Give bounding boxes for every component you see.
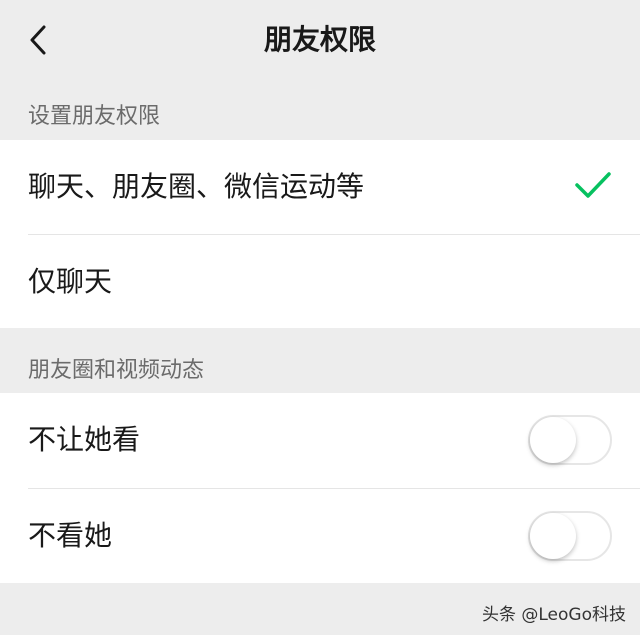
permission-options-group: 聊天、朋友圈、微信运动等 仅聊天 <box>0 140 640 328</box>
hide-her-moments-toggle[interactable] <box>528 511 612 561</box>
moments-toggles-group: 不让她看 不看她 <box>0 393 640 583</box>
option-label: 仅聊天 <box>28 265 113 298</box>
section-header-friend-permissions: 设置朋友权限 <box>28 104 161 129</box>
hide-my-moments-toggle[interactable] <box>528 415 612 465</box>
section-header-moments: 朋友圈和视频动态 <box>28 358 205 383</box>
row-hide-her-moments: 不看她 <box>0 489 640 583</box>
navigation-bar: 朋友权限 <box>0 0 640 82</box>
option-label: 聊天、朋友圈、微信运动等 <box>28 170 365 203</box>
option-chat-only[interactable]: 仅聊天 <box>0 235 640 329</box>
option-chat-moments-werun[interactable]: 聊天、朋友圈、微信运动等 <box>0 140 640 234</box>
page-title: 朋友权限 <box>263 23 376 56</box>
toggle-knob <box>530 417 576 463</box>
checkmark-icon <box>575 172 611 198</box>
watermark: 头条 @LeoGo科技 <box>481 605 626 625</box>
row-hide-my-moments: 不让她看 <box>0 393 640 487</box>
friend-permissions-screen: 朋友权限 设置朋友权限 聊天、朋友圈、微信运动等 仅聊天 朋友圈和视频动态 不让… <box>0 0 640 635</box>
toggle-label: 不让她看 <box>28 423 141 456</box>
toggle-knob <box>530 513 576 559</box>
toggle-label: 不看她 <box>28 519 113 552</box>
